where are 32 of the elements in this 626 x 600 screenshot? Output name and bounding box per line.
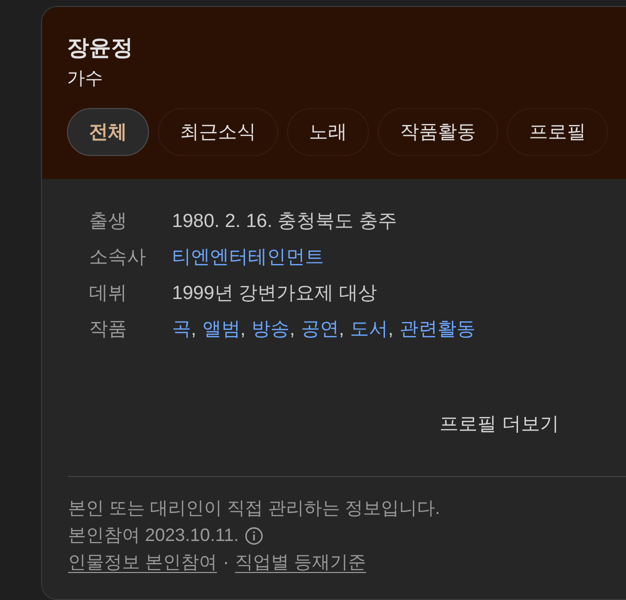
list-separator: , (191, 319, 196, 340)
link[interactable]: 곡 (172, 319, 191, 340)
list-separator: , (290, 319, 295, 340)
link[interactable]: 방송 (252, 319, 290, 340)
link[interactable]: 도서 (350, 319, 388, 340)
notice-text: 본인 또는 대리인이 직접 관리하는 정보입니다. (68, 497, 442, 520)
tab[interactable]: 프로필 (507, 108, 608, 156)
field-label: 작품 (89, 318, 128, 342)
person-name: 장윤정 (67, 34, 134, 62)
list-separator: , (338, 319, 344, 340)
field-label: 데뷔 (89, 282, 128, 306)
footer-link[interactable]: 직업별 등재기준 (235, 549, 366, 576)
link[interactable]: 공연 (300, 319, 339, 340)
info-icon[interactable] (244, 526, 263, 544)
field-label: 소속사 (89, 246, 147, 270)
person-occupation: 가수 (67, 67, 104, 90)
link-separator: · (223, 551, 230, 574)
tab[interactable]: 최근소식 (158, 108, 278, 156)
link[interactable]: 관련활동 (399, 319, 476, 340)
list-separator: , (388, 319, 394, 340)
tab[interactable]: 노래 (287, 108, 369, 156)
participation-date: 본인참여 2023.10.11. (68, 524, 239, 547)
link[interactable]: 앨범 (202, 319, 240, 340)
field-value: 1999년 강변가요제 대상 (172, 282, 377, 306)
footer-link[interactable]: 인물정보 본인참여 (68, 549, 218, 576)
tab[interactable]: 전체 (67, 108, 149, 156)
tab[interactable]: 작품활동 (378, 108, 498, 156)
link[interactable]: 티엔엔터테인먼트 (172, 247, 324, 268)
field-value: 1980. 2. 16. 충청북도 충주 (172, 210, 397, 234)
more-profile-button[interactable]: 프로필 더보기 (440, 407, 559, 441)
list-separator: , (240, 319, 246, 340)
field-label: 출생 (89, 210, 128, 234)
